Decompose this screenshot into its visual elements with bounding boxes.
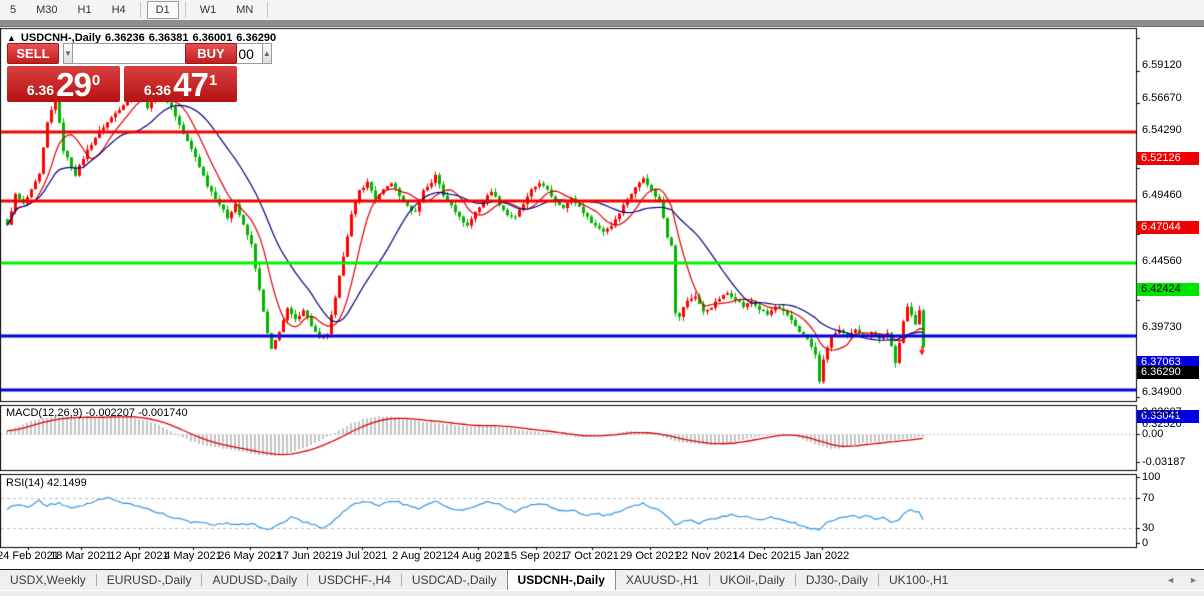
rsi-tick-label: 30 <box>1142 522 1155 534</box>
date-tick-label: 5 Jan 2022 <box>794 550 850 562</box>
tab-usdx-weekly[interactable]: USDX,Weekly <box>0 570 96 590</box>
rsi-tick-label: 70 <box>1142 492 1155 504</box>
date-tick-label: 15 Sep 2021 <box>504 550 568 562</box>
buy-button[interactable]: BUY <box>185 43 237 64</box>
price-tick-label: 6.44560 <box>1142 255 1182 268</box>
macd-tick-label: 0.00 <box>1142 428 1164 440</box>
rsi-tick-label: 0 <box>1142 537 1149 549</box>
tab-xauusd-h1[interactable]: XAUUSD-,H1 <box>616 570 709 590</box>
timeframe-button-m30[interactable]: M30 <box>28 1 65 19</box>
date-tick-label: 17 Jun 2021 <box>276 550 338 562</box>
tab-uk100-h1[interactable]: UK100-,H1 <box>879 570 958 590</box>
tab-usdchf-h4[interactable]: USDCHF-,H4 <box>308 570 401 590</box>
buy-price-big: 47 <box>173 66 209 103</box>
date-tick-label: 26 May 2021 <box>218 550 282 562</box>
macd-indicator-label: MACD(12,26,9) -0.002207 -0.001740 <box>6 407 188 419</box>
date-tick-label: 22 Nov 2021 <box>675 550 739 562</box>
date-tick-label: 4 May 2021 <box>164 550 222 562</box>
price-tick-label: 6.54290 <box>1142 124 1182 137</box>
buy-price-sup: 1 <box>208 72 218 89</box>
timeframe-button-5[interactable]: 5 <box>2 1 24 19</box>
chart-tab-bar: USDX,Weekly EURUSD-,Daily AUDUSD-,Daily USD… <box>0 570 1204 590</box>
toolbar-separator <box>184 2 186 18</box>
volume-decrease-button[interactable]: ▼ <box>63 43 73 64</box>
chart-area[interactable]: ▲ USDCNH-,Daily 6.36236 6.36381 6.36001 6.362… <box>0 27 1204 595</box>
date-tick-label: 2 Aug 2021 <box>392 550 448 562</box>
price-level-badge: 6.36290 <box>1137 365 1199 379</box>
one-click-trading-widget: SELL ▼ ▲ BUY 6.36290 6.36471 <box>7 43 272 103</box>
rsi-tick-label: 100 <box>1142 471 1161 483</box>
volume-increase-button[interactable]: ▲ <box>261 43 272 64</box>
date-tick-label: 9 Jul 2021 <box>336 550 388 562</box>
date-tick-label: 18 Mar 2021 <box>50 550 112 562</box>
timeframe-button-d1[interactable]: D1 <box>146 1 179 19</box>
price-tick-label: 6.56670 <box>1142 91 1182 104</box>
price-level-badge: 6.52126 <box>1137 152 1199 166</box>
sell-price-sup: 0 <box>91 72 101 89</box>
tab-usdcad-daily[interactable]: USDCAD-,Daily <box>402 570 507 590</box>
tab-usdcnh-daily[interactable]: USDCNH-,Daily <box>506 570 616 590</box>
price-chart-canvas[interactable] <box>0 27 1204 595</box>
status-strip <box>0 590 1204 596</box>
buy-price[interactable]: 6.36 47 1 <box>124 66 237 102</box>
tab-scroll-arrows: ◄ ► <box>1166 570 1198 590</box>
volume-stepper: ▼ ▲ <box>63 43 272 64</box>
tab-scroll-right-icon[interactable]: ► <box>1189 575 1198 585</box>
window-divider <box>0 20 1204 27</box>
timeframe-button-w1[interactable]: W1 <box>192 1 225 19</box>
price-level-badge: 6.42424 <box>1137 283 1199 297</box>
date-tick-label: 24 Aug 2021 <box>447 550 509 562</box>
buy-price-small: 6.36 <box>143 82 172 98</box>
rsi-indicator-label: RSI(14) 42.1499 <box>6 477 87 489</box>
date-tick-label: 12 Apr 2021 <box>109 550 169 562</box>
tab-scroll-left-icon[interactable]: ◄ <box>1166 575 1175 585</box>
timeframe-button-h1[interactable]: H1 <box>70 1 100 19</box>
date-tick-label: 14 Dec 2021 <box>732 550 796 562</box>
timeframe-toolbar: 5 M30 H1 H4 D1 W1 MN <box>0 0 1204 20</box>
sell-price-small: 6.36 <box>26 82 55 98</box>
macd-tick-label: -0.03187 <box>1142 456 1186 468</box>
sell-price[interactable]: 6.36 29 0 <box>7 66 120 102</box>
tab-ukoil-daily[interactable]: UKOil-,Daily <box>710 570 795 590</box>
tab-dj30-daily[interactable]: DJ30-,Daily <box>796 570 878 590</box>
sell-price-big: 29 <box>56 66 92 103</box>
toolbar-separator <box>139 2 141 18</box>
timeframe-button-h4[interactable]: H4 <box>104 1 134 19</box>
sell-button[interactable]: SELL <box>7 43 59 64</box>
price-tick-label: 6.34900 <box>1142 385 1182 398</box>
price-level-badge: 6.47044 <box>1137 220 1199 234</box>
tab-eurusd-daily[interactable]: EURUSD-,Daily <box>97 570 202 590</box>
trading-terminal-window: 5 M30 H1 H4 D1 W1 MN ▲ USDCNH-,Daily 6.36236 6.36… <box>0 0 1204 596</box>
date-tick-label: 7 Oct 2021 <box>565 550 619 562</box>
price-tick-label: 6.39730 <box>1142 320 1182 333</box>
collapse-icon[interactable]: ▲ <box>7 33 16 43</box>
timeframe-button-mn[interactable]: MN <box>228 1 261 19</box>
price-tick-label: 6.59120 <box>1142 58 1182 71</box>
toolbar-separator <box>267 2 269 18</box>
date-tick-label: 29 Oct 2021 <box>620 550 680 562</box>
price-tick-label: 6.49460 <box>1142 189 1182 202</box>
tab-audusd-daily[interactable]: AUDUSD-,Daily <box>202 570 307 590</box>
macd-tick-label: 0.02607 <box>1142 406 1182 418</box>
